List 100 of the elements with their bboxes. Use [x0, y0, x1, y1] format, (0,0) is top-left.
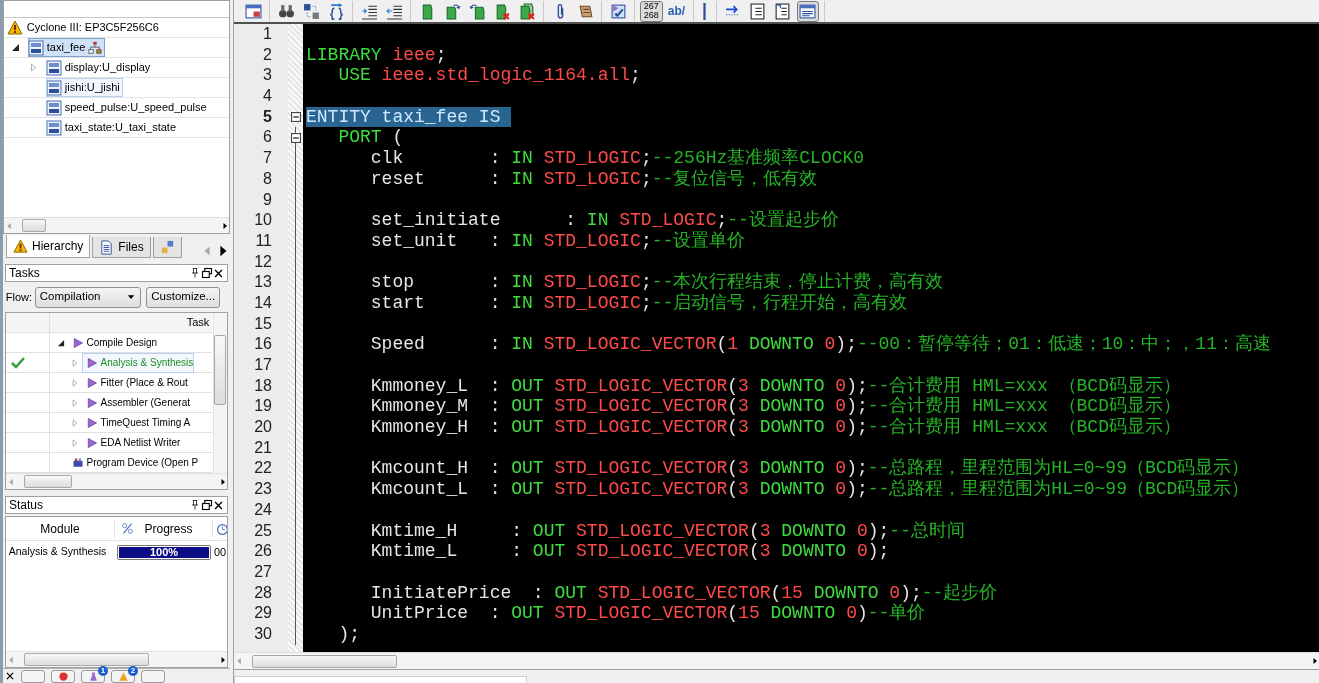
- code-line: start : IN STD_LOGIC;--启动信号，行程开始，高有效: [369, 292, 908, 314]
- file-icon: [46, 59, 62, 76]
- code-line: clk : IN STD_LOGIC;--256Hz基准频率CLOCK0: [369, 148, 865, 169]
- column-header: Progress: [144, 520, 193, 538]
- code-line: Kmmoney_H : OUT STD_LOGIC_VECTOR(3 DOWNTO 0);--合计费用 HML=xxx （BCD码显示）: [369, 417, 1181, 438]
- close-icon[interactable]: [213, 499, 224, 511]
- restore-icon[interactable]: [201, 499, 213, 511]
- stop-icon: [57, 670, 69, 682]
- line-number: 23: [253, 479, 273, 500]
- line-number: 10: [253, 210, 273, 231]
- scrollbar-thumb[interactable]: [24, 653, 149, 666]
- warning-icon: [117, 670, 129, 682]
- file-icon: [46, 79, 62, 96]
- tree-item[interactable]: speed_pulse:U_speed_pulse: [46, 98, 210, 117]
- filter-button[interactable]: 2: [111, 669, 135, 683]
- line-number: 3: [262, 65, 273, 86]
- comment-button[interactable]: ab/: [665, 0, 688, 22]
- panel-tab[interactable]: Files: [92, 237, 151, 258]
- task-item[interactable]: Analysis & Synthesis: [83, 353, 194, 372]
- panel-tab[interactable]: [152, 237, 182, 258]
- percent-icon: [120, 522, 134, 535]
- line-numbers-button[interactable]: 267 268: [640, 0, 663, 22]
- line-number: 4: [262, 86, 273, 107]
- line-number: 20: [253, 417, 273, 438]
- line-number: 15: [253, 313, 273, 334]
- scrollbar-thumb[interactable]: [24, 475, 72, 488]
- filter-button[interactable]: [21, 669, 45, 683]
- line-number: 17: [253, 355, 273, 375]
- code-line: Kmtime_H : OUT STD_LOGIC_VECTOR(3 DOWNTO 0);--总时间: [369, 520, 965, 542]
- pin-icon[interactable]: [189, 499, 201, 511]
- line-number: 27: [253, 561, 273, 582]
- panel-title: Tasks: [9, 265, 40, 282]
- restore-icon[interactable]: [201, 267, 213, 279]
- code-line: Kmcount_L : OUT STD_LOGIC_VECTOR(3 DOWNTO 0);--总路程，里程范围为HL=0~99（BCD码显示）: [369, 479, 1250, 500]
- close-icon[interactable]: [5, 671, 15, 681]
- line-number: 6: [262, 127, 273, 148]
- column-header: Module: [39, 520, 81, 538]
- play-icon: [85, 436, 98, 449]
- flow-dropdown[interactable]: Compilation: [34, 286, 141, 308]
- line-number: 5: [262, 106, 273, 127]
- scrollbar-thumb[interactable]: [252, 654, 397, 668]
- table-cell-text: Analysis & Synthesis: [7, 544, 108, 560]
- delete-bookmark-icon: [518, 2, 536, 20]
- task-item[interactable]: Fitter (Place & Rout: [83, 373, 188, 392]
- warning-icon: [13, 238, 28, 254]
- close-icon[interactable]: [213, 267, 224, 279]
- line-number: 9: [262, 189, 273, 210]
- toolbar-button[interactable]: [796, 0, 819, 22]
- panel-tab[interactable]: Hierarchy: [6, 235, 91, 258]
- vertical-scrollbar[interactable]: [213, 313, 227, 473]
- line-number: 24: [253, 499, 273, 520]
- tree-item[interactable]: taxi_fee: [28, 38, 105, 57]
- scrollbar-thumb[interactable]: [214, 335, 226, 405]
- window-icon: [244, 2, 262, 20]
- document-icon: [99, 239, 115, 255]
- customize-button[interactable]: Customize...: [146, 286, 221, 308]
- scroll-right-icon: [1311, 657, 1319, 665]
- tree-item[interactable]: taxi_state:U_taxi_state: [46, 118, 179, 137]
- filter-button[interactable]: [141, 669, 165, 683]
- scroll-right-icon: [219, 477, 227, 486]
- line-number: 22: [253, 458, 273, 479]
- line-number: 14: [253, 292, 273, 313]
- task-item[interactable]: Program Device (Open P: [69, 453, 199, 472]
- collapse-icon[interactable]: [10, 42, 21, 53]
- horizontal-scrollbar[interactable]: [6, 473, 227, 489]
- task-item[interactable]: Compile Design: [69, 333, 158, 352]
- line-number: 11: [254, 230, 273, 251]
- code-line: stop : IN STD_LOGIC;--本次行程结束，停止计费，高有效: [369, 272, 944, 293]
- checklist-icon: [609, 2, 627, 20]
- fold-icon[interactable]: [290, 132, 301, 143]
- line-number: 18: [253, 375, 273, 396]
- code-line: set_initiate : IN STD_LOGIC;--设置起步价: [369, 210, 839, 231]
- horizontal-scrollbar[interactable]: [234, 652, 1319, 669]
- line-number: 19: [253, 396, 273, 417]
- filter-button[interactable]: [51, 669, 75, 683]
- tree-item[interactable]: jishi:U_jishi: [46, 78, 123, 97]
- scrollbar-thumb[interactable]: [22, 219, 46, 232]
- code-line: Kmmoney_L : OUT STD_LOGIC_VECTOR(3 DOWNTO 0);--合计费用 HML=xxx （BCD码显示）: [369, 375, 1181, 396]
- code-line: UnitPrice : OUT STD_LOGIC_VECTOR(15 DOWNTO 0)--单价: [369, 603, 926, 624]
- play-icon: [85, 356, 98, 369]
- task-item[interactable]: EDA Netlist Writer: [83, 433, 181, 452]
- play-icon: [85, 396, 98, 409]
- filter-button[interactable]: 1: [81, 669, 105, 683]
- flask-icon: [87, 670, 99, 682]
- document-icon: [774, 2, 792, 20]
- line-number: 1: [262, 24, 273, 44]
- braces-icon: [327, 2, 345, 20]
- line-number: 26: [253, 541, 273, 562]
- panel-title: Status: [9, 497, 44, 514]
- line-number: 8: [262, 168, 273, 189]
- code-line: );: [337, 623, 360, 645]
- task-item[interactable]: Assembler (Generat: [83, 393, 190, 412]
- code-line: PORT (: [337, 127, 404, 149]
- fold-icon[interactable]: [290, 112, 301, 123]
- pin-icon[interactable]: [189, 267, 201, 279]
- horizontal-scrollbar[interactable]: [4, 217, 229, 233]
- tree-item[interactable]: display:U_display: [46, 58, 154, 77]
- horizontal-scrollbar[interactable]: [6, 651, 227, 667]
- hierarchy-icon: [88, 40, 103, 55]
- task-item[interactable]: TimeQuest Timing A: [83, 413, 191, 432]
